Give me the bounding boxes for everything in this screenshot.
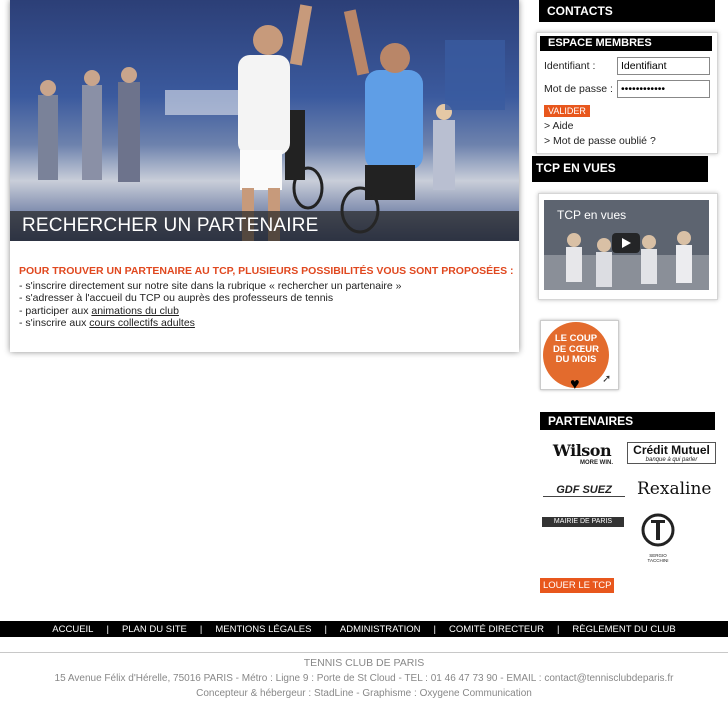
hero-photo-illustration	[38, 4, 505, 241]
credit-mutuel-name: Crédit Mutuel	[633, 443, 710, 457]
identifiant-input[interactable]	[617, 57, 710, 75]
hero-banner: RECHERCHER UN PARTENAIRE	[10, 211, 519, 241]
mairie-de-paris-logo[interactable]: MAIRIE DE PARIS	[542, 517, 624, 527]
forgot-password-link[interactable]: > Mot de passe oublié ?	[544, 134, 656, 149]
wilson-tagline: MORE WIN.	[580, 460, 613, 466]
rexaline-logo[interactable]: Rexaline	[637, 479, 711, 499]
contacts-title: CONTACTS	[547, 4, 613, 18]
espace-membres-header: ESPACE MEMBRES	[540, 36, 712, 51]
footer-credits: Concepteur & hébergeur : StadLine - Grap…	[196, 688, 532, 699]
tacchini-name: SERGIO TACCHINI	[647, 553, 669, 563]
valider-button[interactable]: VALIDER	[544, 105, 590, 117]
intro-text: POUR TROUVER UN PARTENAIRE AU TCP, PLUSI…	[19, 265, 514, 330]
contacts-header[interactable]: CONTACTS	[539, 0, 715, 22]
footer-nav: ACCUEIL | PLAN DU SITE | MENTIONS LÉGALE…	[0, 621, 728, 637]
footer-link-mentions-legales[interactable]: MENTIONS LÉGALES	[202, 624, 324, 635]
hero-photo: RECHERCHER UN PARTENAIRE	[10, 0, 519, 241]
coup-de-coeur-text: LE COUP DE CŒUR DU MOIS	[553, 333, 599, 365]
footer-link-administration[interactable]: ADMINISTRATION	[327, 624, 434, 635]
hero-card: RECHERCHER UN PARTENAIRE POUR TROUVER UN…	[10, 0, 519, 352]
credit-mutuel-tagline: banque à qui parler	[645, 457, 698, 463]
partenaires-title: PARTENAIRES	[548, 414, 634, 428]
footer-link-comite-directeur[interactable]: COMITÉ DIRECTEUR	[436, 624, 557, 635]
wilson-logo[interactable]: Wilson MORE WIN.	[551, 441, 613, 466]
tcp-en-vues-header[interactable]: TCP EN VUES	[532, 156, 708, 182]
password-input[interactable]	[617, 80, 710, 98]
footer-nav-bar: ACCUEIL | PLAN DU SITE | MENTIONS LÉGALE…	[0, 621, 728, 637]
cursor-icon: ➚	[602, 373, 612, 385]
cours-collectifs-link[interactable]: cours collectifs adultes	[89, 317, 195, 329]
heart-icon: ♥	[570, 376, 580, 393]
partenaires-header: PARTENAIRES	[540, 412, 715, 430]
espace-membres-title: ESPACE MEMBRES	[548, 37, 652, 49]
aide-link[interactable]: > Aide	[544, 119, 656, 134]
footer-divider	[0, 652, 728, 653]
hero-title: RECHERCHER UN PARTENAIRE	[22, 215, 319, 236]
intro-line-1: - s'inscrire directement sur notre site …	[19, 279, 402, 292]
intro-line-3: - participer aux animations du club	[19, 305, 514, 318]
wilson-name: Wilson	[552, 441, 612, 460]
identifiant-label: Identifiant :	[544, 60, 596, 72]
intro-heading: POUR TROUVER UN PARTENAIRE AU TCP, PLUSI…	[19, 265, 514, 277]
gdf-suez-logo[interactable]: GDF SUEZ	[543, 484, 625, 497]
footer-link-plan-du-site[interactable]: PLAN DU SITE	[109, 624, 200, 635]
louer-le-tcp-button[interactable]: LOUER LE TCP	[540, 578, 615, 593]
tcp-en-vues-title: TCP EN VUES	[536, 161, 616, 175]
tacchini-emblem-icon	[641, 513, 675, 547]
intro-line-3-prefix: - participer aux	[19, 304, 92, 317]
footer-link-reglement-du-club[interactable]: RÈGLEMENT DU CLUB	[559, 624, 688, 635]
video-title: TCP en vues	[557, 208, 627, 222]
intro-line-2: - s'adresser à l'accueil du TCP ou auprè…	[19, 292, 334, 304]
video-player[interactable]: TCP en vues	[544, 200, 709, 290]
animations-link[interactable]: animations du club	[91, 305, 179, 317]
footer-club-name: TENNIS CLUB DE PARIS	[303, 657, 425, 669]
password-label: Mot de passe :	[544, 83, 613, 95]
credit-mutuel-logo[interactable]: Crédit Mutuel banque à qui parler	[627, 442, 716, 464]
footer-link-accueil[interactable]: ACCUEIL	[39, 624, 106, 635]
intro-line-4-prefix: - s'inscrire aux	[19, 317, 90, 329]
footer-address: 15 Avenue Félix d'Hérelle, 75016 PARIS -…	[54, 673, 674, 684]
sergio-tacchini-logo[interactable]: SERGIO TACCHINI	[639, 512, 677, 563]
membres-links: > Aide > Mot de passe oublié ?	[544, 119, 656, 149]
intro-line-4: - s'inscrire aux cours collectifs adulte…	[19, 317, 514, 330]
